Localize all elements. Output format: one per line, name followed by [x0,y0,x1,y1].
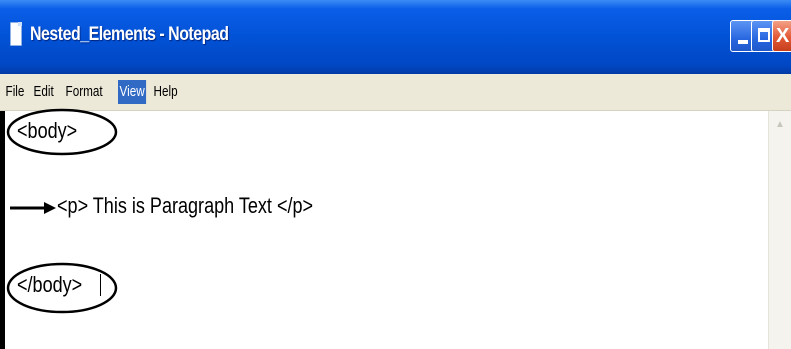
title-bar[interactable]: Nested_Elements - Notepad X [0,0,791,74]
notepad-icon [10,22,22,46]
text-cursor [100,274,101,296]
menu-help[interactable]: Help [152,80,179,104]
menu-file[interactable]: File [4,80,26,104]
vertical-scrollbar[interactable]: ▲ [768,111,791,349]
menu-edit[interactable]: Edit [32,80,55,104]
minimize-icon [738,40,748,44]
close-button[interactable]: X [772,20,791,52]
menu-view[interactable]: View [118,80,147,104]
close-icon: X [776,25,790,47]
code-line-body-close: </body> [17,272,83,297]
menu-format[interactable]: Format [64,80,104,104]
code-line-paragraph: <p> This is Paragraph Text </p> [57,193,314,218]
scroll-up-icon[interactable]: ▲ [775,119,785,130]
menu-bar: File Edit Format View Help [0,74,791,111]
window-title: Nested_Elements - Notepad [30,24,229,45]
code-line-body-open: <body> [17,118,78,143]
notepad-window: Nested_Elements - Notepad X File Edit Fo… [0,0,791,349]
text-editor[interactable]: <body> <p> This is Paragraph Text </p> <… [0,111,768,349]
maximize-icon [758,28,770,42]
